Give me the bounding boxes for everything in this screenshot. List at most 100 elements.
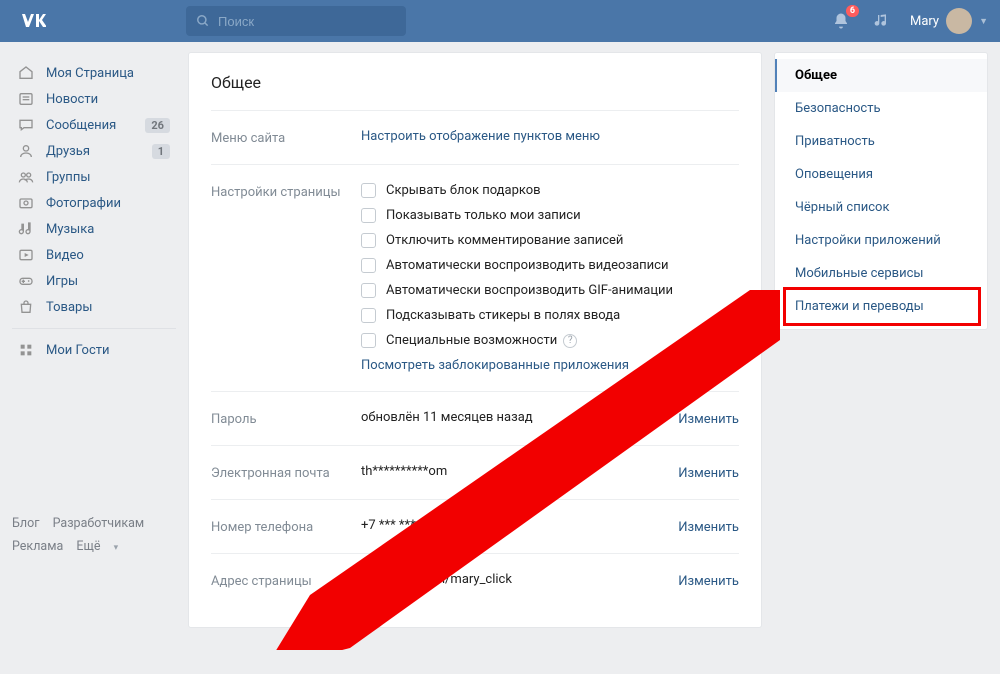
page-title: Общее — [211, 73, 739, 92]
checkbox[interactable] — [361, 258, 376, 273]
sidebar-item-news[interactable]: Новости — [12, 86, 176, 112]
user-menu[interactable]: Mary ▼ — [910, 8, 988, 34]
sidebar-item-label: Товары — [46, 300, 92, 315]
section-page-settings: Настройки страницы Скрывать блок подарко… — [211, 164, 739, 391]
home-icon — [18, 65, 38, 81]
footer-dev[interactable]: Разработчикам — [53, 516, 145, 531]
sidebar-item-label: Группы — [46, 170, 90, 185]
section-phone: Номер телефона+7 *** *** ** 15Изменить — [211, 499, 739, 553]
search-icon — [196, 14, 210, 28]
footer-ads[interactable]: Реклама — [12, 539, 63, 554]
tab-3[interactable]: Оповещения — [775, 158, 987, 191]
tab-2[interactable]: Приватность — [775, 125, 987, 158]
sidebar-item-label: Новости — [46, 92, 98, 107]
sidebar-item-guests[interactable]: Мои Гости — [12, 337, 176, 363]
sidebar-item-music[interactable]: Музыка — [12, 216, 176, 242]
sidebar-item-photo[interactable]: Фотографии — [12, 190, 176, 216]
change-link[interactable]: Изменить — [678, 518, 739, 535]
row-value: +7 *** *** ** 15 — [361, 518, 678, 535]
footer-more[interactable]: Ещё ▾ — [76, 539, 128, 554]
change-link[interactable]: Изменить — [678, 410, 739, 427]
setting-checkbox-row: Автоматически воспроизводить GIF-анимаци… — [361, 283, 739, 298]
left-sidebar: Моя Страница Новости Сообщения 26 Друзья 1 Гру… — [12, 52, 176, 628]
sidebar-item-label: Друзья — [46, 144, 90, 159]
notifications-button[interactable]: 6 — [832, 12, 850, 30]
top-header: 6 Mary ▼ — [0, 0, 1000, 42]
sidebar-item-msg[interactable]: Сообщения 26 — [12, 112, 176, 138]
sidebar-item-games[interactable]: Игры — [12, 268, 176, 294]
apps-icon — [18, 342, 38, 358]
checkbox[interactable] — [361, 233, 376, 248]
tab-4[interactable]: Чёрный список — [775, 191, 987, 224]
vk-logo[interactable] — [20, 13, 46, 29]
change-link[interactable]: Изменить — [678, 464, 739, 481]
tab-7[interactable]: Платежи и переводы — [775, 290, 987, 323]
tab-label: Приватность — [795, 134, 875, 149]
search-input[interactable] — [218, 14, 378, 29]
configure-menu-link[interactable]: Настроить отображение пунктов меню — [361, 129, 600, 144]
change-link[interactable]: Изменить — [678, 572, 739, 589]
tab-label: Платежи и переводы — [795, 299, 924, 314]
sidebar-item-friends[interactable]: Друзья 1 — [12, 138, 176, 164]
row-label: Пароль — [211, 410, 361, 427]
sidebar-item-market[interactable]: Товары — [12, 294, 176, 320]
avatar — [946, 8, 972, 34]
row-label: Номер телефона — [211, 518, 361, 535]
checkbox-label: Скрывать блок подарков — [386, 183, 541, 198]
tab-label: Общее — [795, 68, 837, 83]
checkbox[interactable] — [361, 333, 376, 348]
row-label: Электронная почта — [211, 464, 361, 481]
checkbox-label: Показывать только мои записи — [386, 208, 581, 223]
music-button[interactable] — [874, 13, 890, 29]
tab-5[interactable]: Настройки приложений — [775, 224, 987, 257]
blocked-apps-link[interactable]: Посмотреть заблокированные приложения — [361, 358, 629, 373]
groups-icon — [18, 169, 38, 185]
footer-links: Блог Разработчикам Реклама Ещё ▾ — [12, 513, 176, 558]
checkbox-label: Отключить комментирование записей — [386, 233, 623, 248]
settings-panel: Общее Меню сайта Настроить отображение п… — [188, 52, 762, 628]
market-icon — [18, 299, 38, 315]
tab-6[interactable]: Мобильные сервисы — [775, 257, 987, 290]
tab-label: Чёрный список — [795, 200, 889, 215]
sidebar-item-label: Фотографии — [46, 196, 121, 211]
games-icon — [18, 273, 38, 289]
sidebar-item-video[interactable]: Видео — [12, 242, 176, 268]
checkbox-label: Автоматически воспроизводить видеозаписи — [386, 258, 668, 273]
checkbox[interactable] — [361, 183, 376, 198]
checkbox[interactable] — [361, 308, 376, 323]
chevron-down-icon: ▼ — [979, 16, 988, 27]
friends-icon — [18, 143, 38, 159]
tab-label: Оповещения — [795, 167, 873, 182]
checkbox[interactable] — [361, 283, 376, 298]
help-icon[interactable]: ? — [563, 334, 577, 348]
tab-label: Безопасность — [795, 101, 881, 116]
checkbox-label: Специальные возможности — [386, 333, 557, 348]
user-name: Mary — [910, 14, 939, 29]
tab-label: Мобильные сервисы — [795, 266, 923, 281]
sidebar-item-home[interactable]: Моя Страница — [12, 60, 176, 86]
search-box[interactable] — [186, 6, 406, 36]
setting-checkbox-row: Автоматически воспроизводить видеозаписи — [361, 258, 739, 273]
setting-checkbox-row: Скрывать блок подарков — [361, 183, 739, 198]
setting-checkbox-row: Показывать только мои записи — [361, 208, 739, 223]
tab-1[interactable]: Безопасность — [775, 92, 987, 125]
sidebar-item-groups[interactable]: Группы — [12, 164, 176, 190]
setting-checkbox-row: Отключить комментирование записей — [361, 233, 739, 248]
section-label: Настройки страницы — [211, 183, 361, 373]
sidebar-item-label: Сообщения — [46, 118, 116, 133]
section-menu: Меню сайта Настроить отображение пунктов… — [211, 110, 739, 164]
row-label: Адрес страницы — [211, 572, 361, 589]
tab-0[interactable]: Общее — [775, 59, 987, 92]
section-label: Меню сайта — [211, 129, 361, 146]
row-value: https://vk.com/mary_click — [361, 572, 678, 589]
setting-checkbox-row: Специальные возможности? — [361, 333, 739, 348]
section-page-url: Адрес страницыhttps://vk.com/mary_clickИ… — [211, 553, 739, 607]
sidebar-badge: 1 — [152, 144, 170, 159]
setting-checkbox-row: Подсказывать стикеры в полях ввода — [361, 308, 739, 323]
checkbox-label: Автоматически воспроизводить GIF-анимаци… — [386, 283, 673, 298]
footer-blog[interactable]: Блог — [12, 516, 39, 531]
checkbox[interactable] — [361, 208, 376, 223]
notification-badge: 6 — [846, 5, 859, 17]
sidebar-badge: 26 — [145, 118, 170, 133]
settings-tabs: Общее Безопасность Приватность Оповещения Чё… — [774, 52, 988, 330]
